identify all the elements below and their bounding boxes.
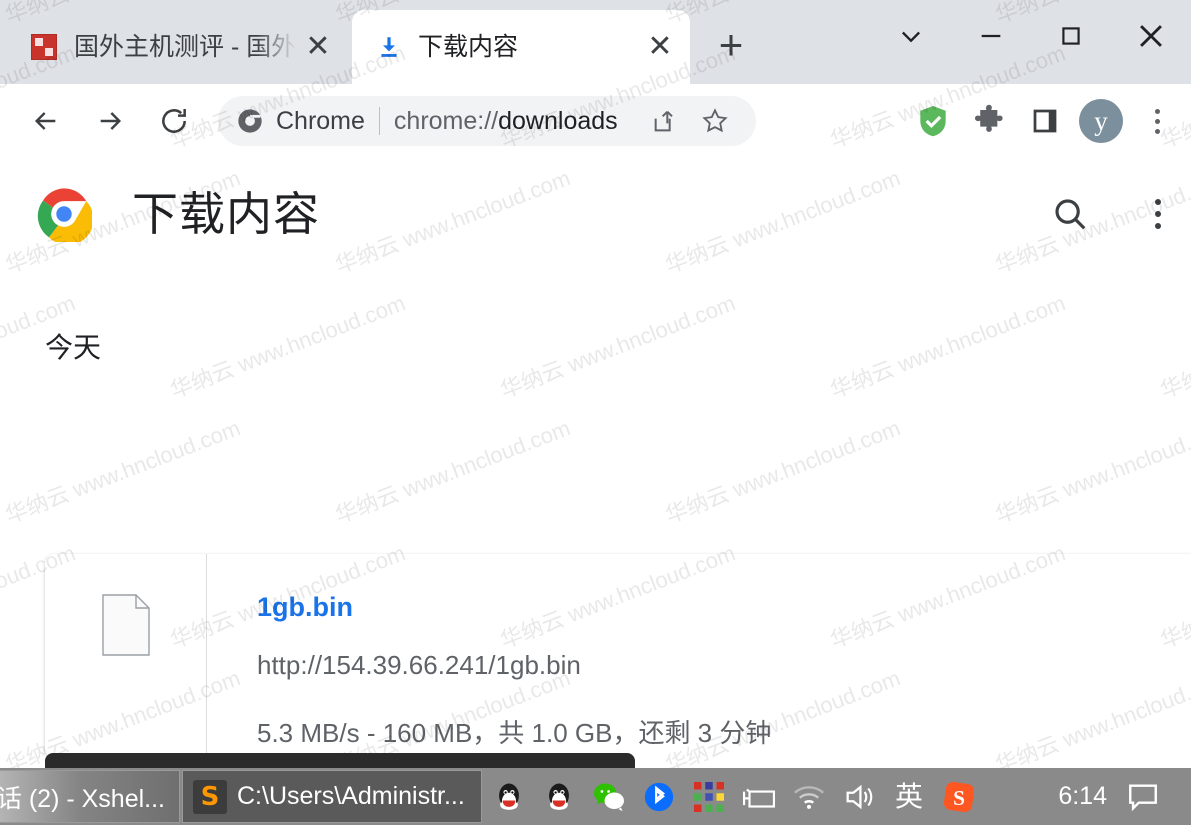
page-title: 下载内容	[132, 188, 320, 240]
omnibox-url-main: downloads	[498, 106, 618, 135]
browser-toolbar: Chrome chrome://downloads y	[0, 84, 1191, 158]
shield-icon[interactable]	[905, 94, 961, 148]
sogou-icon[interactable]: S	[934, 768, 984, 825]
download-source-url: http://154.39.66.241/1gb.bin	[257, 650, 581, 680]
screen-root: 国外主机测评 - 国外 ✕ 下载内容 ✕ + Chrome chrome://d…	[0, 0, 1191, 825]
kebab-menu-icon	[1155, 199, 1161, 229]
omnibox-url-prefix: chrome://	[393, 106, 499, 135]
chrome-menu-button[interactable]	[1129, 94, 1185, 148]
generic-file-icon	[101, 594, 150, 656]
omnibox-separator	[378, 107, 380, 135]
omnibox-url: chrome://downloads	[394, 107, 618, 136]
browser-tab-inactive[interactable]: 国外主机测评 - 国外 ✕	[8, 10, 348, 84]
reload-button[interactable]	[146, 93, 202, 149]
share-icon[interactable]	[642, 98, 688, 144]
tab-close-button[interactable]: ✕	[296, 25, 340, 69]
avatar: y	[1079, 99, 1123, 143]
new-tab-button[interactable]: +	[700, 14, 762, 76]
download-item-icon-column	[45, 554, 207, 754]
taskbar-clock[interactable]: 6:14	[1058, 768, 1107, 825]
window-close-button[interactable]	[1111, 0, 1191, 72]
forward-button[interactable]	[82, 93, 138, 149]
tab-title: 下载内容	[418, 33, 519, 61]
profile-avatar[interactable]: y	[1073, 94, 1129, 148]
download-file-name-link[interactable]: 1gb.bin	[257, 594, 1191, 621]
notification-center-icon[interactable]	[1113, 768, 1173, 825]
downloads-page-header: 下载内容	[0, 158, 1191, 268]
search-icon[interactable]	[1040, 184, 1100, 244]
browser-tab-strip: 国外主机测评 - 国外 ✕ 下载内容 ✕ +	[0, 0, 1191, 84]
sublime-text-icon: S	[193, 779, 227, 814]
window-controls	[871, 0, 1191, 72]
downloads-page: 下载内容 今天 1gb.bin http://154.39.66.241/1gb…	[0, 158, 1191, 754]
tab-search-chevron-icon[interactable]	[871, 0, 951, 72]
red-seal-favicon	[30, 33, 58, 61]
puzzle-icon[interactable]	[961, 94, 1017, 148]
ime-indicator[interactable]: 英	[884, 768, 934, 825]
omnibox-chip-label: Chrome	[276, 106, 365, 135]
svg-text:S: S	[953, 785, 965, 809]
qq-icon[interactable]	[484, 768, 534, 825]
tab-close-button[interactable]: ✕	[638, 25, 682, 69]
chrome-product-icon	[236, 107, 264, 135]
tab-title: 国外主机测评 - 国外	[74, 33, 296, 61]
window-minimize-button[interactable]	[951, 0, 1031, 72]
system-tray: 英 S	[484, 768, 984, 825]
download-icon	[376, 34, 402, 60]
taskbar-item-label: 会话 (2) - Xshel...	[0, 784, 165, 813]
date-group-label: 今天	[45, 332, 102, 363]
download-item-details: 1gb.bin http://154.39.66.241/1gb.bin 5.3…	[207, 554, 1191, 754]
wechat-icon[interactable]	[584, 768, 634, 825]
download-item-card[interactable]: 1gb.bin http://154.39.66.241/1gb.bin 5.3…	[45, 554, 1191, 754]
volume-icon[interactable]	[834, 768, 884, 825]
omnibox-actions	[642, 98, 738, 144]
taskbar-item-xshell[interactable]: 会话 (2) - Xshel...	[0, 770, 180, 823]
taskbar-item-label: C:\Users\Administr...	[237, 782, 465, 810]
battery-icon[interactable]	[734, 768, 784, 825]
more-actions-button[interactable]	[1128, 184, 1188, 244]
window-maximize-button[interactable]	[1031, 0, 1111, 72]
bluetooth-icon[interactable]	[634, 768, 684, 825]
browser-tab-active[interactable]: 下载内容 ✕	[352, 10, 690, 84]
chrome-logo	[36, 186, 94, 246]
qq-icon-2[interactable]	[534, 768, 584, 825]
back-button[interactable]	[18, 93, 74, 149]
toolbar-extension-icons: y	[905, 94, 1185, 148]
bookmark-star-icon[interactable]	[692, 98, 738, 144]
download-status-text: 5.3 MB/s - 160 MB，共 1.0 GB，还剩 3 分钟	[257, 718, 772, 748]
address-bar[interactable]: Chrome chrome://downloads	[218, 96, 756, 146]
wifi-icon[interactable]	[784, 768, 834, 825]
colorful-grid-icon[interactable]	[684, 768, 734, 825]
taskbar-item-sublime[interactable]: S C:\Users\Administr...	[182, 770, 482, 823]
windows-taskbar: 会话 (2) - Xshel... S C:\Users\Administr..…	[0, 768, 1191, 825]
ime-label: 英	[894, 780, 923, 812]
side-panel-icon[interactable]	[1017, 94, 1073, 148]
kebab-menu-icon	[1154, 108, 1160, 134]
